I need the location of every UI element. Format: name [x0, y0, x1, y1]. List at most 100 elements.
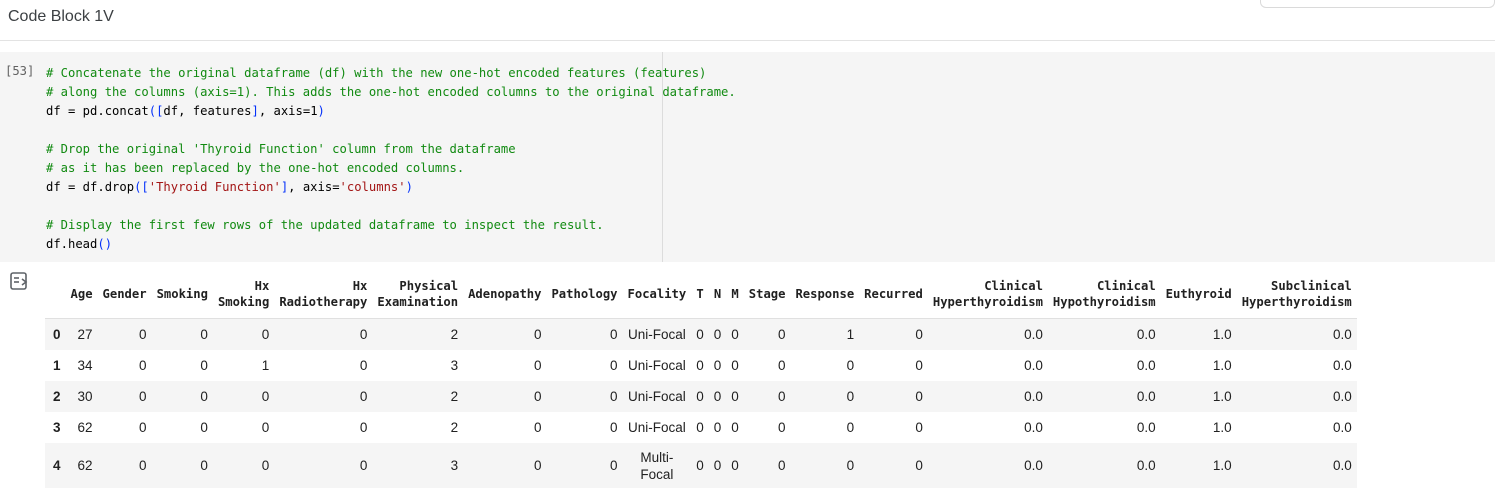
output-toggle-icon[interactable] [9, 270, 31, 292]
table-cell: 0 [691, 318, 709, 350]
code-line: df.head() [46, 235, 736, 254]
code-token: df, features [163, 104, 252, 118]
table-cell: 0 [691, 381, 709, 412]
table-cell: 0 [151, 443, 213, 488]
column-header: Euthyroid [1160, 270, 1237, 319]
table-cell: 3 [450, 358, 459, 373]
table-cell: 0 [610, 420, 618, 435]
code-token: ) [317, 104, 325, 118]
table-cell: 0 [463, 318, 547, 350]
table-cell: 0.0 [1047, 318, 1161, 350]
page-title: Code Block 1V [8, 8, 114, 25]
code-cell[interactable]: [53] # Concatenate the original datafram… [0, 52, 1495, 262]
notebook-header: Code Block 1V [0, 0, 1495, 41]
row-index: 0 [45, 318, 66, 350]
table-cell: 0 [139, 420, 147, 435]
code-editor[interactable]: # Concatenate the original dataframe (df… [46, 64, 736, 254]
code-token: # Concatenate the original dataframe (df… [46, 66, 707, 80]
table-cell: 0 [731, 420, 739, 435]
table-cell: 0 [151, 318, 213, 350]
code-token: 'columns' [339, 180, 406, 194]
table-cell: 0 [261, 420, 270, 435]
table-cell: 0.0 [1047, 443, 1161, 488]
table-cell: 0 [97, 381, 152, 412]
column-header: Hx Radiotherapy [274, 270, 373, 319]
table-cell: 0 [726, 381, 744, 412]
table-cell: 62 [65, 443, 98, 488]
table-cell: 0 [743, 318, 791, 350]
top-right-toolbar[interactable] [1260, 0, 1495, 8]
table-cell: 0 [212, 381, 275, 412]
table-cell: 3 [372, 443, 464, 488]
table-cell: 0 [726, 443, 744, 488]
table-cell: 1.0 [1212, 420, 1232, 435]
table-row: 0 27 0 0 0 0 2 0 0 Uni-Focal 0 0 0 0 1 0 0.0 0.0 1.0 0.0 [45, 318, 1357, 350]
table-cell: 0 [777, 420, 786, 435]
code-token: , axis= [288, 180, 340, 194]
table-cell: 0.0 [1332, 358, 1352, 373]
table-cell: 0 [696, 420, 704, 435]
code-token: # Drop the original 'Thyroid Function' c… [46, 142, 516, 156]
column-header: Pathology [546, 270, 623, 319]
table-cell: 0 [691, 443, 709, 488]
table-header-row: Age Gender Smoking Hx Smoking Hx Radiotherapy P… [45, 270, 1357, 319]
table-cell: 0 [610, 358, 618, 373]
index-header [45, 270, 66, 319]
table-cell: 0.0 [1236, 318, 1357, 350]
column-header: Gender [97, 270, 152, 319]
column-header: Physical Examination [372, 270, 464, 319]
code-token: df = df.drop [46, 180, 135, 194]
execution-count: [53] [5, 64, 35, 78]
table-cell: 0 [790, 381, 860, 412]
table-cell: 0 [463, 381, 547, 412]
column-header: Hx Smoking [212, 270, 275, 319]
column-header: Response [790, 270, 860, 319]
table-cell: 0 [743, 443, 791, 488]
table-cell: 0 [713, 358, 722, 373]
code-token: # along the columns (axis=1). This adds … [46, 85, 736, 99]
table-cell: 0 [200, 420, 208, 435]
code-line: # Display the first few rows of the upda… [46, 216, 736, 235]
table-cell: 0 [533, 358, 542, 373]
table-cell: 0 [139, 358, 147, 373]
row-index: 1 [53, 358, 61, 373]
table-cell: 0 [915, 420, 923, 435]
table-cell: 0 [743, 381, 791, 412]
column-header: M [726, 270, 744, 319]
code-line: # Concatenate the original dataframe (df… [46, 64, 736, 83]
table-cell: 0 [546, 443, 623, 488]
table-cell: 0 [708, 318, 727, 350]
column-header: Smoking [151, 270, 213, 319]
column-header: N [708, 270, 727, 319]
table-cell: 0 [97, 318, 152, 350]
column-header: Clinical Hyperthyroidism [927, 270, 1048, 319]
table-cell: 30 [65, 381, 98, 412]
code-line: # Drop the original 'Thyroid Function' c… [46, 140, 736, 159]
table-cell: 0 [533, 420, 542, 435]
code-token: df.head [46, 237, 98, 251]
table-cell: 0 [846, 420, 855, 435]
code-line: df = df.drop(['Thyroid Function'], axis=… [46, 178, 736, 197]
table-cell: 1.0 [1160, 381, 1237, 412]
table-body: 0 27 0 0 0 0 2 0 0 Uni-Focal 0 0 0 0 1 0 0.0 0.0 1.0 0.0 1 34… [45, 318, 1357, 488]
table-cell: 1.0 [1160, 443, 1237, 488]
table-cell: 0 [696, 358, 704, 373]
row-index: 3 [53, 420, 61, 435]
table-cell: 0 [846, 358, 855, 373]
table-row: 3 62 0 0 0 0 2 0 0 Uni-Focal 0 0 0 0 0 0 0.0 0.0 1.0 0.0 [45, 412, 1357, 443]
row-index: 4 [45, 443, 66, 488]
code-line: # along the columns (axis=1). This adds … [46, 83, 736, 102]
table-row: 2 30 0 0 0 0 2 0 0 Uni-Focal 0 0 0 0 0 0 0.0 0.0 1.0 0.0 [45, 381, 1357, 412]
table-cell: 0 [274, 443, 373, 488]
table-row: 1 34 0 0 1 0 3 0 0 Uni-Focal 0 0 0 0 0 0 0.0 0.0 1.0 0.0 [45, 350, 1357, 381]
code-token: # as it has been replaced by the one-hot… [46, 161, 465, 175]
table-cell: 0 [713, 420, 722, 435]
table-cell: 0.0 [1332, 420, 1352, 435]
table-cell: 0 [708, 443, 727, 488]
column-header: T [691, 270, 709, 319]
table-cell: 0 [463, 443, 547, 488]
table-cell: 0 [274, 318, 373, 350]
column-header: Clinical Hypothyroidism [1047, 270, 1161, 319]
table-cell: 0.0 [927, 443, 1048, 488]
code-token: ] [251, 104, 259, 118]
